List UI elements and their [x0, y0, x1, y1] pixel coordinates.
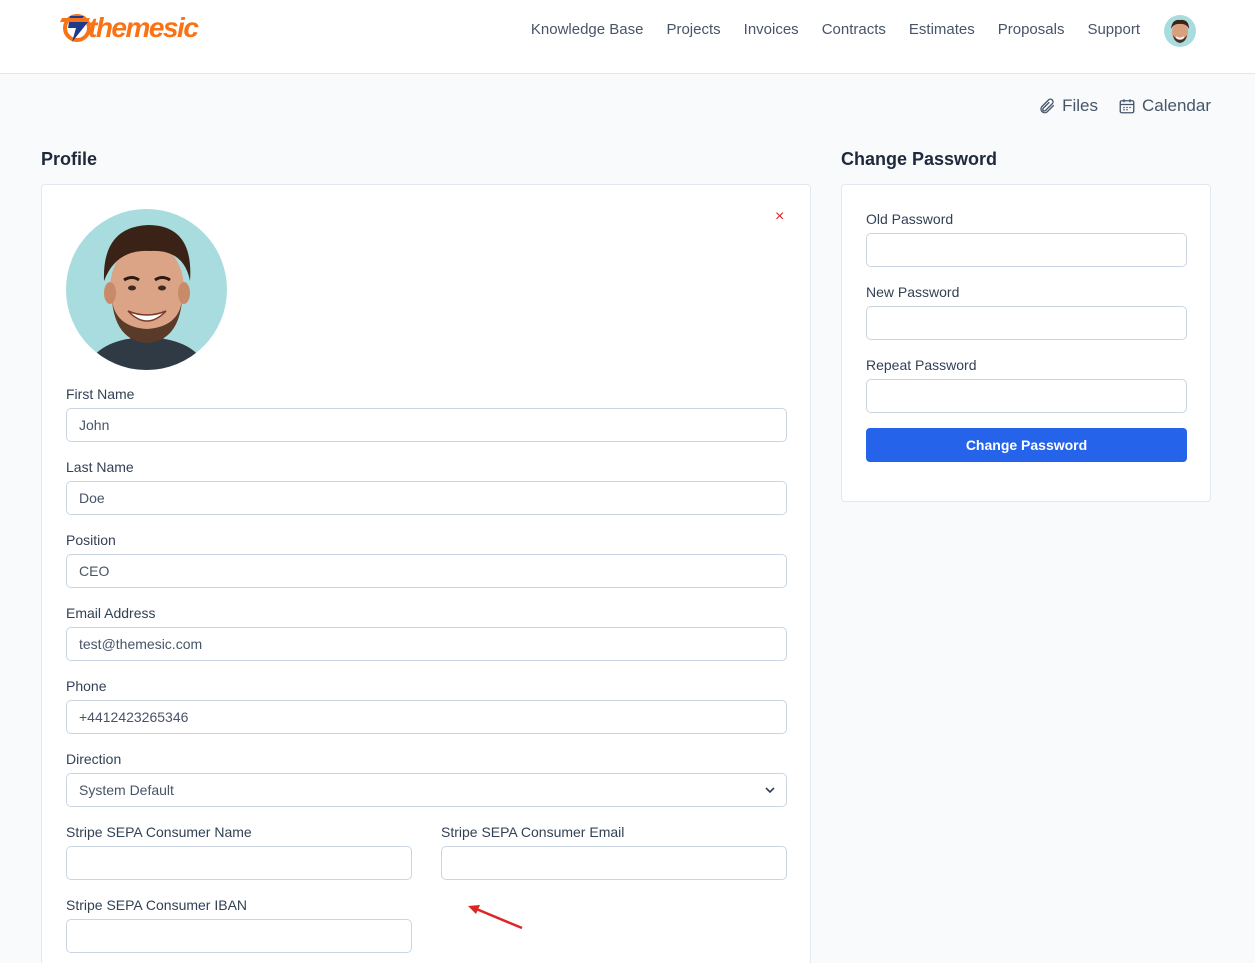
nav-invoices[interactable]: Invoices	[744, 19, 799, 41]
first-name-input[interactable]: John	[66, 408, 787, 442]
direction-select[interactable]: System Default	[66, 773, 787, 807]
repeat-password-label: Repeat Password	[866, 357, 977, 373]
brand-logo[interactable]: themesic	[60, 10, 199, 46]
paperclip-icon	[1040, 98, 1055, 114]
sepa-email-label: Stripe SEPA Consumer Email	[441, 824, 625, 840]
calendar-label: Calendar	[1142, 96, 1211, 115]
nav-support[interactable]: Support	[1087, 19, 1140, 41]
old-password-label: Old Password	[866, 211, 954, 227]
nav-knowledge-base[interactable]: Knowledge Base	[531, 19, 644, 41]
profile-title: Profile	[41, 149, 98, 169]
sepa-name-label: Stripe SEPA Consumer Name	[66, 824, 252, 840]
change-password-button[interactable]: Change Password	[866, 428, 1187, 462]
direction-label: Direction	[66, 751, 122, 767]
direction-selected-value: System Default	[79, 782, 174, 798]
logo-text: themesic	[88, 12, 199, 43]
phone-label: Phone	[66, 678, 107, 694]
nav-proposals[interactable]: Proposals	[998, 19, 1065, 41]
sepa-iban-input[interactable]	[66, 919, 412, 953]
calendar-link[interactable]: Calendar	[1118, 94, 1211, 118]
annotation-arrow-icon	[468, 905, 523, 930]
old-password-input[interactable]	[866, 233, 1187, 267]
files-link[interactable]: Files	[1038, 94, 1098, 118]
new-password-label: New Password	[866, 284, 960, 300]
sepa-email-input[interactable]	[441, 846, 787, 880]
main-nav: Knowledge Base Projects Invoices Contrac…	[531, 19, 1140, 41]
profile-card: × First Name John Last Name Doe Position…	[41, 184, 811, 963]
nav-projects[interactable]: Projects	[666, 19, 720, 41]
user-avatar-image	[1164, 15, 1196, 47]
email-input[interactable]: test@themesic.com	[66, 627, 787, 661]
repeat-password-input[interactable]	[866, 379, 1187, 413]
email-label: Email Address	[66, 605, 156, 621]
phone-input[interactable]: +4412423265346	[66, 700, 787, 734]
profile-photo	[66, 209, 227, 370]
sepa-name-input[interactable]	[66, 846, 412, 880]
sepa-iban-label: Stripe SEPA Consumer IBAN	[66, 897, 248, 913]
chevron-down-icon	[765, 787, 775, 794]
top-header: themesic Knowledge Base Projects Invoice…	[0, 0, 1255, 74]
profile-photo-image	[66, 209, 227, 370]
nav-contracts[interactable]: Contracts	[822, 19, 886, 41]
change-password-title: Change Password	[841, 149, 998, 169]
calendar-icon	[1119, 99, 1135, 114]
last-name-label: Last Name	[66, 459, 134, 475]
change-password-card: Old Password New Password Repeat Passwor…	[841, 184, 1211, 502]
new-password-input[interactable]	[866, 306, 1187, 340]
quick-links: Files Calendar	[1038, 94, 1211, 118]
user-avatar[interactable]	[1164, 15, 1196, 47]
last-name-input[interactable]: Doe	[66, 481, 787, 515]
remove-photo-button[interactable]: ×	[775, 209, 784, 225]
nav-estimates[interactable]: Estimates	[909, 19, 975, 41]
files-label: Files	[1062, 96, 1098, 115]
first-name-label: First Name	[66, 386, 135, 402]
position-label: Position	[66, 532, 116, 548]
position-input[interactable]: CEO	[66, 554, 787, 588]
